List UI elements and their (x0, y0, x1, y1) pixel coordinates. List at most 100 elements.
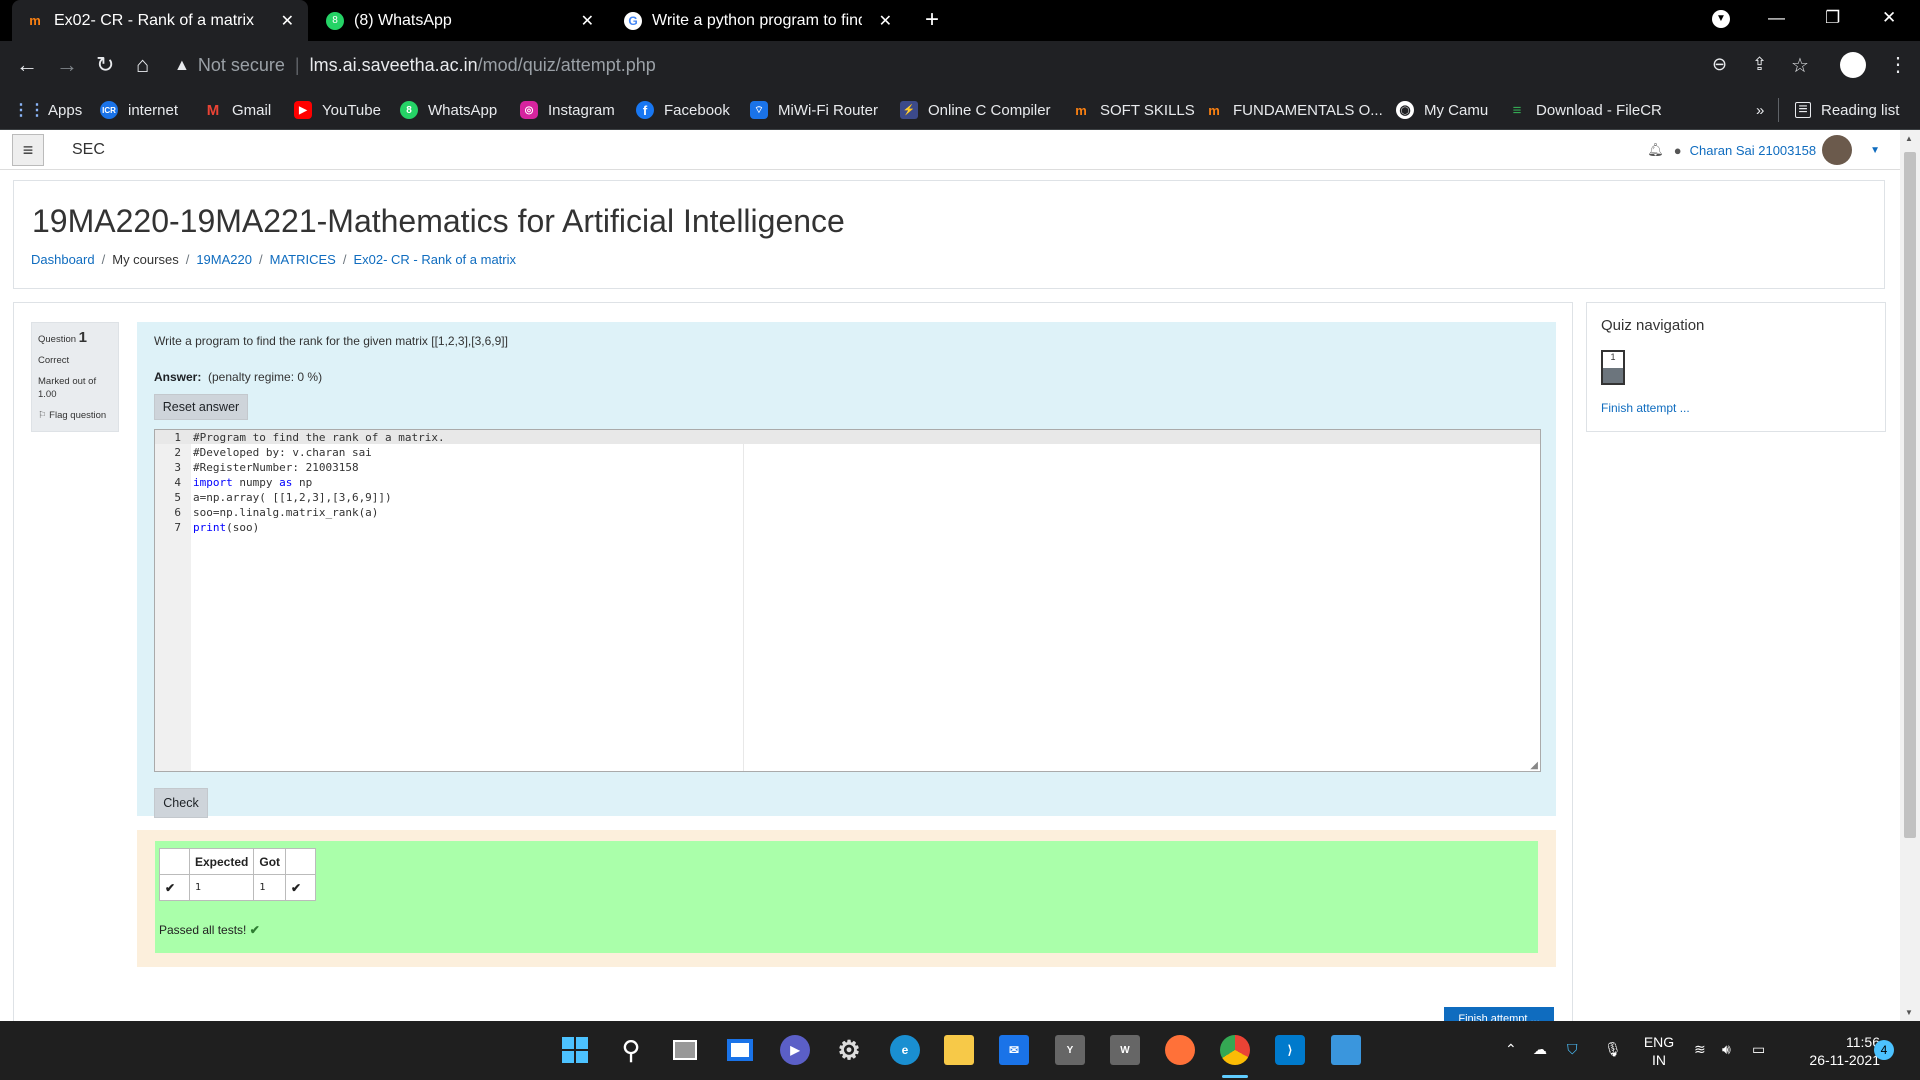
windows-start-icon[interactable] (560, 1035, 590, 1065)
reading-list-button[interactable]: ≡ Reading list (1795, 90, 1899, 130)
user-menu[interactable]: 🔔︎ ● Charan Sai 21003158 ▼ (1647, 135, 1880, 165)
expected-header: Expected (188, 848, 255, 875)
finish-attempt-link[interactable]: Finish attempt ... (1601, 401, 1690, 415)
minimize-icon[interactable]: — (1768, 8, 1785, 28)
forward-icon[interactable]: → (56, 52, 78, 78)
bookmark-internet[interactable]: ICR internet (100, 90, 178, 130)
finish-attempt-button[interactable]: Finish attempt ... (1444, 1007, 1554, 1021)
check-button[interactable]: Check (154, 788, 208, 818)
chevron-up-icon[interactable]: ⌃ (1505, 1040, 1517, 1058)
vscode-icon[interactable]: ⟩ (1275, 1035, 1305, 1065)
chrome-icon[interactable] (1220, 1035, 1250, 1065)
site-name[interactable]: SEC (72, 141, 105, 159)
task-view-icon[interactable] (670, 1035, 700, 1065)
teams-chat-icon[interactable]: ▶ (780, 1035, 810, 1065)
breadcrumb-course[interactable]: 19MA220 (196, 252, 252, 267)
results-table: Expected Got ✔ 1 1 ✔ (159, 848, 317, 901)
bookmark-star-icon[interactable]: ☆ (1791, 53, 1809, 78)
expected-value: 1 (188, 874, 255, 901)
breadcrumb-dashboard[interactable]: Dashboard (31, 252, 95, 267)
search-icon[interactable]: ⚲ (616, 1035, 646, 1065)
bookmark-youtube[interactable]: ▶ YouTube (294, 90, 381, 130)
code-line: 5 a=np.array( [[1,2,3],[3,6,9]]) (174, 491, 392, 504)
security-shield-icon[interactable]: ⛉ (1567, 1040, 1578, 1058)
tab-google[interactable]: G Write a python program to find t ✕ (616, 0, 906, 41)
onedrive-icon[interactable]: ☁ (1533, 1040, 1547, 1058)
close-tab-icon[interactable]: ✕ (281, 11, 294, 31)
file-explorer-icon[interactable] (944, 1035, 974, 1065)
gmail-icon: M (206, 101, 220, 119)
photos-icon[interactable] (1331, 1035, 1361, 1065)
bookmark-soft-skills[interactable]: m SOFT SKILLS (1072, 90, 1195, 130)
quiz-nav-question[interactable]: 1 (1601, 350, 1625, 385)
resize-handle-icon[interactable]: ◢ (1530, 760, 1538, 771)
bookmark-instagram[interactable]: ◎ Instagram (520, 90, 615, 130)
windows-taskbar: ⚲ ▶ ⚙ e ✉ Y W ⟩ ⌃ ☁ ⛉ 🎙︎ ENG IN ≋ 🔊︎ ▭ 1… (0, 1021, 1920, 1080)
battery-icon[interactable]: ▭ (1752, 1040, 1765, 1058)
app-w-icon[interactable]: W (1110, 1035, 1140, 1065)
breadcrumb-section[interactable]: MATRICES (270, 252, 336, 267)
bookmark-fundamentals[interactable]: m FUNDAMENTALS O... (1205, 90, 1383, 130)
firefox-icon[interactable] (1165, 1035, 1195, 1065)
bookmark-router[interactable]: ⌔ MiWi-Fi Router (750, 90, 878, 130)
bookmark-apps[interactable]: ⋮⋮ Apps (13, 90, 82, 130)
flag-question-button[interactable]: ⚐ Flag question (38, 409, 112, 422)
home-icon[interactable]: ⌂ (136, 52, 149, 78)
url-host: lms.ai.saveetha.ac.in (309, 55, 478, 75)
mail-icon[interactable]: ✉ (999, 1035, 1029, 1065)
more-bookmarks-button[interactable]: » (1756, 90, 1764, 130)
language-indicator[interactable]: ENG IN (1641, 1033, 1677, 1069)
volume-icon[interactable]: 🔊︎ (1722, 1040, 1731, 1058)
close-window-icon[interactable]: ✕ (1882, 8, 1896, 28)
bookmark-gmail[interactable]: M Gmail (204, 90, 271, 130)
reset-answer-button[interactable]: Reset answer (154, 394, 248, 420)
zoom-icon[interactable]: ⊖ (1712, 54, 1727, 75)
share-icon[interactable]: ⇪ (1752, 54, 1767, 75)
avatar[interactable] (1822, 135, 1853, 165)
breadcrumb-quiz[interactable]: Ex02- CR - Rank of a matrix (353, 252, 516, 267)
widgets-icon[interactable] (725, 1035, 755, 1065)
scroll-down-icon[interactable]: ▼ (1905, 1008, 1913, 1017)
code-editor[interactable]: 1 #Program to find the rank of a matrix. … (154, 429, 1541, 772)
bookmarks-bar: ⋮⋮ Apps ICR internet M Gmail ▶ YouTube 8 What… (0, 90, 1920, 130)
clock[interactable]: 11:56 26-11-2021 (1790, 1033, 1880, 1069)
close-tab-icon[interactable]: ✕ (581, 11, 594, 31)
message-icon[interactable]: ● (1674, 143, 1682, 158)
edge-icon[interactable]: e (890, 1035, 920, 1065)
youtube-icon: ▶ (294, 101, 312, 119)
bookmark-whatsapp[interactable]: 8 WhatsApp (400, 90, 497, 130)
wifi-icon: ⌔ (750, 101, 768, 119)
table-row: ✔ 1 1 ✔ (159, 874, 317, 901)
reload-icon[interactable]: ↻ (96, 52, 114, 78)
page-scrollbar[interactable]: ▲ ▼ (1900, 130, 1920, 1021)
page-content: ≡ SEC 🔔︎ ● Charan Sai 21003158 ▼ 19MA220… (0, 130, 1900, 1021)
app-y-icon[interactable]: Y (1055, 1035, 1085, 1065)
user-name[interactable]: Charan Sai 21003158 (1690, 143, 1817, 158)
feedback-panel: Expected Got ✔ 1 1 ✔ Passed all tests! ✔ (137, 830, 1556, 967)
caret-down-icon[interactable]: ▼ (1870, 145, 1880, 156)
warning-icon: ▲ (174, 56, 190, 74)
wifi-icon[interactable]: ≋ (1694, 1040, 1706, 1058)
new-tab-icon[interactable]: + (925, 6, 939, 34)
hamburger-menu-icon[interactable]: ≡ (12, 134, 44, 166)
bookmark-mycamu[interactable]: ◉ My Camu (1396, 90, 1488, 130)
breadcrumb: Dashboard / My courses/19MA220/MATRICES / Ex… (31, 252, 516, 267)
close-tab-icon[interactable]: ✕ (879, 11, 892, 31)
notification-badge[interactable]: 4 (1874, 1040, 1894, 1060)
address-bar[interactable]: ▲ Not secure | lms.ai.saveetha.ac.in /mo… (174, 47, 1819, 84)
back-icon[interactable]: ← (16, 52, 38, 78)
bookmark-compiler[interactable]: ⚡ Online C Compiler (900, 90, 1051, 130)
tab-whatsapp[interactable]: 8 (8) WhatsApp ✕ (318, 0, 608, 41)
tab-search-icon[interactable]: ▼ (1712, 10, 1730, 28)
bookmark-filecr[interactable]: ≡ Download - FileCR (1508, 90, 1662, 130)
bookmark-facebook[interactable]: f Facebook (636, 90, 730, 130)
tab-quiz[interactable]: m Ex02- CR - Rank of a matrix ✕ (12, 0, 308, 41)
bell-icon[interactable]: 🔔︎ (1647, 142, 1664, 158)
scroll-up-icon[interactable]: ▲ (1905, 134, 1913, 143)
restore-icon[interactable]: ❐ (1825, 8, 1840, 28)
url-path: /mod/quiz/attempt.php (477, 55, 656, 75)
settings-gear-icon[interactable]: ⚙ (834, 1035, 864, 1065)
profile-icon[interactable] (1840, 52, 1866, 78)
microphone-icon[interactable]: 🎙︎ (1604, 1040, 1622, 1058)
menu-icon[interactable]: ⋮ (1888, 52, 1908, 77)
